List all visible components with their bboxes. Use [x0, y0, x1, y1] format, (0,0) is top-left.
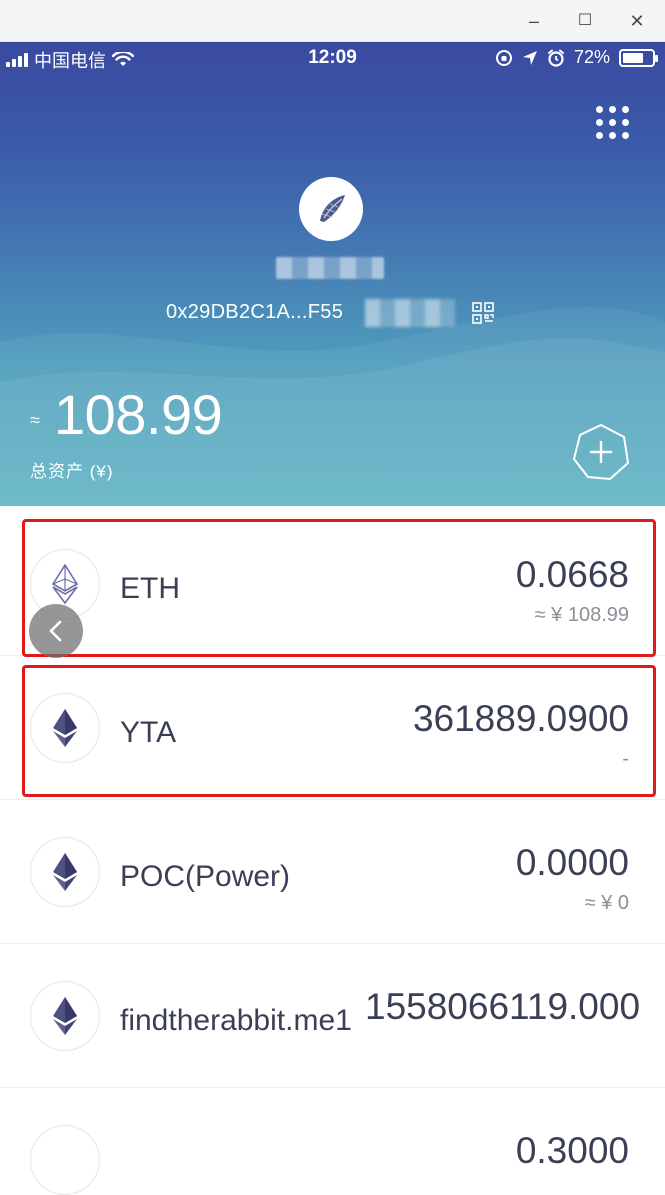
window-maximize-button[interactable]: ☐	[572, 8, 598, 34]
token-row-eth[interactable]: ETH 0.0668 ≈ ¥ 108.99	[0, 512, 665, 656]
window-title-bar: – ☐ ✕	[0, 0, 665, 42]
status-bar: 中国电信 12:09 72%	[0, 42, 665, 76]
shell-logo-icon	[320, 195, 345, 222]
battery-percent: 72%	[573, 47, 610, 67]
orientation-lock-icon	[495, 49, 512, 66]
token-fiat-value: ≈ ¥ 108.99	[534, 604, 629, 626]
wallet-avatar[interactable]	[299, 177, 363, 241]
wallet-name-redacted	[276, 257, 384, 279]
address-redacted	[365, 299, 455, 327]
ethereum-icon	[30, 693, 100, 763]
battery-icon	[619, 48, 658, 67]
token-row-findtherabbit[interactable]: findtherabbit.me1 1558066119.000	[0, 944, 665, 1088]
token-name: YTA	[120, 716, 177, 749]
token-row-poc[interactable]: POC(Power) 0.0000 ≈ ¥ 0	[0, 800, 665, 944]
back-button[interactable]	[29, 604, 83, 658]
token-row-yta[interactable]: YTA 361889.0900 -	[0, 656, 665, 800]
total-approx-sign: ≈	[30, 410, 40, 430]
token-amount: 0.3000	[515, 1130, 629, 1171]
total-asset-value: 108.99	[54, 383, 223, 446]
grid-menu-icon[interactable]	[596, 106, 630, 140]
total-asset-label: 总资产 (¥)	[30, 462, 114, 481]
token-fiat-value: -	[622, 748, 629, 770]
qr-code-icon[interactable]	[471, 301, 495, 325]
wallet-header: 中国电信 12:09 72% 0x29DB2C1A...F55 ≈ 108.99…	[0, 42, 665, 506]
token-amount: 1558066119.000	[365, 986, 641, 1027]
alarm-icon	[547, 49, 564, 67]
token-amount: 0.0000	[515, 842, 629, 883]
address-row: 0x29DB2C1A...F55	[0, 299, 665, 329]
ethereum-icon	[30, 837, 100, 907]
token-name: findtherabbit.me1	[120, 1004, 352, 1037]
add-token-icon[interactable]	[572, 423, 630, 481]
token-name: ETH	[120, 572, 180, 605]
ethereum-icon	[30, 1125, 100, 1195]
token-row-partial[interactable]: 0.3000	[0, 1088, 665, 1195]
back-arrow-icon	[49, 620, 62, 642]
location-icon	[522, 50, 537, 65]
token-amount: 361889.0900	[412, 698, 629, 739]
window-close-button[interactable]: ✕	[624, 8, 650, 34]
token-fiat-value: ≈ ¥ 0	[584, 892, 629, 914]
token-name: POC(Power)	[120, 860, 291, 893]
window-minimize-button[interactable]: –	[521, 8, 547, 34]
ethereum-icon	[30, 981, 100, 1051]
wallet-address[interactable]: 0x29DB2C1A...F55	[166, 301, 343, 324]
token-amount: 0.0668	[515, 554, 629, 595]
